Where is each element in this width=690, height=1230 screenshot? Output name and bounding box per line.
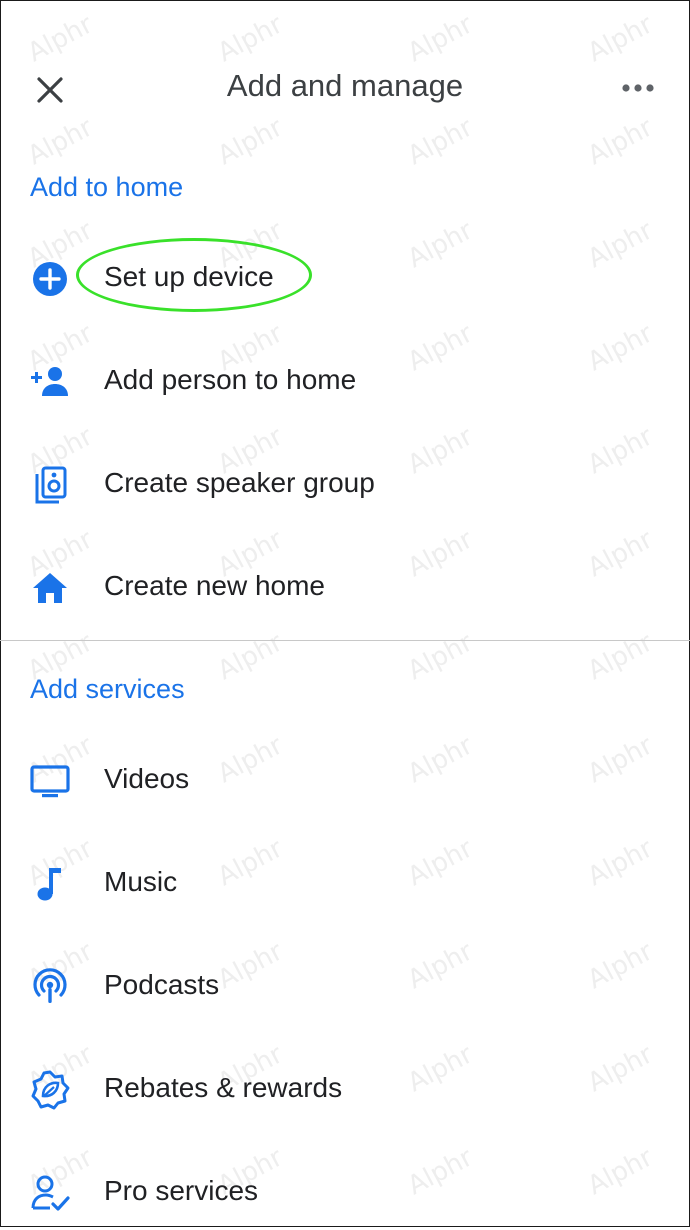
more-options-button[interactable] (618, 74, 658, 102)
tv-icon (30, 765, 70, 798)
page-title: Add and manage (226, 68, 464, 103)
person-add-icon (31, 367, 68, 396)
more-horizontal-icon (622, 84, 654, 92)
music-note-icon (37, 868, 61, 901)
pro-services-icon (31, 1175, 70, 1211)
menu-item-label: Set up device (104, 261, 274, 292)
speaker-group-icon (35, 466, 67, 504)
menu-item-create-new-home[interactable]: Create new home (0, 549, 690, 625)
rebates-badge-icon (31, 1070, 70, 1110)
menu-item-pro-services[interactable]: Pro services (0, 1154, 690, 1230)
menu-item-add-person[interactable]: Add person to home (0, 343, 690, 419)
app-header: Add and manage (0, 52, 690, 124)
menu-item-podcasts[interactable]: Podcasts (0, 948, 690, 1024)
section-divider (0, 640, 690, 641)
menu-item-label: Videos (104, 763, 190, 794)
section-title-add-to-home: Add to home (30, 172, 184, 202)
menu-item-label: Music (104, 866, 178, 897)
menu-item-label: Rebates & rewards (104, 1072, 343, 1103)
section-title-add-services: Add services (30, 674, 185, 704)
menu-item-music[interactable]: Music (0, 845, 690, 921)
menu-item-rebates-rewards[interactable]: Rebates & rewards (0, 1051, 690, 1127)
menu-item-videos[interactable]: Videos (0, 742, 690, 818)
menu-item-create-speaker-group[interactable]: Create speaker group (0, 446, 690, 522)
menu-item-label: Pro services (104, 1175, 259, 1206)
menu-item-label: Create new home (104, 570, 326, 601)
menu-item-label: Create speaker group (104, 467, 375, 498)
menu-item-label: Add person to home (104, 364, 357, 395)
menu-item-label: Podcasts (104, 969, 220, 1000)
menu-item-set-up-device[interactable]: Set up device (0, 240, 690, 316)
podcasts-icon (33, 968, 67, 1003)
home-icon (33, 573, 67, 603)
add-circle-icon (33, 262, 67, 296)
